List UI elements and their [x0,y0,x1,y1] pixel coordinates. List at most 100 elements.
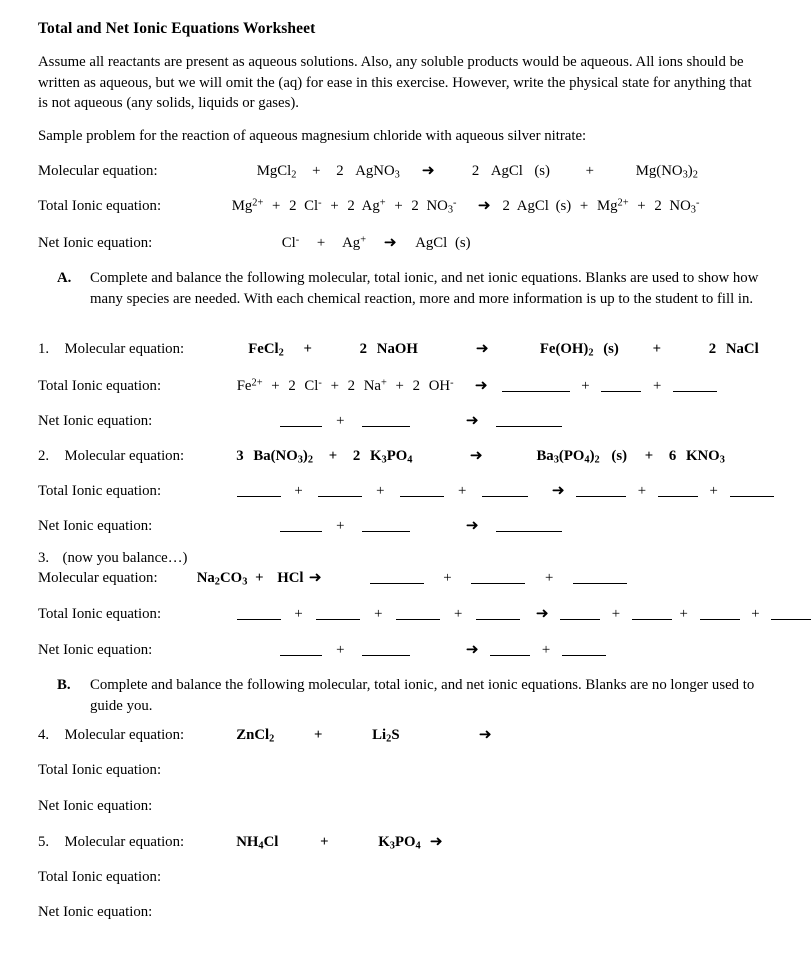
reaction-arrow-icon: ➜ [421,161,435,179]
answer-blank[interactable] [476,605,520,621]
answer-blank[interactable] [400,482,445,498]
reaction-arrow-icon: ➜ [474,376,489,394]
problem-4-number: 4. [38,727,50,743]
reaction-arrow-icon: ➜ [478,725,493,743]
problem-2-total-ionic-row: Total Ionic equation: + + + ➜ + + [38,481,798,500]
ion-fe: Fe2+ [236,377,263,394]
formula-nh4cl: NH4Cl [236,834,279,852]
answer-blank[interactable] [236,605,281,621]
problem-3-number: 3. [38,550,50,566]
answer-blank[interactable] [673,377,718,393]
answer-blank[interactable] [471,569,526,585]
section-a-letter: A. [57,270,72,286]
answer-blank[interactable] [601,377,642,393]
coefficient-3: 3 [236,448,244,464]
answer-blank[interactable] [280,641,323,657]
problem-1-net-ionic-row: Net Ionic equation: + ➜ [38,411,798,430]
answer-blank[interactable] [699,605,740,621]
reaction-arrow-icon: ➜ [551,481,565,499]
problem-5-net-ionic-label: Net Ionic equation: [38,904,153,920]
state-solid: (s) [454,235,471,251]
answer-blank[interactable] [496,517,563,533]
worksheet-page: Total and Net Ionic Equations Worksheet … [0,0,811,969]
answer-blank[interactable] [236,482,281,498]
answer-blank[interactable] [559,605,600,621]
state-solid: (s) [555,198,572,214]
formula-fecl2: FeCl2 [248,341,284,359]
answer-blank[interactable] [316,605,361,621]
plus-sign: + [303,341,312,357]
problem-5-total-ionic-label: Total Ionic equation: [38,869,162,885]
reaction-arrow-icon: ➜ [465,516,479,534]
problem-3-total-ionic-equation: + + + ➜ + + + [236,604,811,623]
answer-blank[interactable] [771,605,811,621]
sample-molecular-row: Molecular equation: MgCl2 + 2 AgNO3 ➜ 2 … [38,161,798,180]
section-b-text: Complete and balance the following molec… [90,677,755,714]
problem-4-molecular-label: Molecular equation: [64,727,185,743]
problem-3-molecular-equation: Na2CO3 + HCl ➜ + + [197,568,628,587]
answer-blank[interactable] [631,605,672,621]
problem-3-total-ionic-row: Total Ionic equation: + + + ➜ + + + [38,604,811,623]
sample-net-ionic-equation: Cl- + Ag+ ➜ AgCl (s) [281,233,471,251]
ion-cl: Cl- [281,234,300,251]
ion-oh: OH- [428,377,454,394]
state-solid: (s) [534,163,550,179]
problem-2-total-ionic-label: Total Ionic equation: [38,483,162,499]
formula-agcl: AgCl [516,198,549,214]
sample-total-ionic-equation: Mg2+ + 2 Cl- + 2 Ag+ + 2 NO3- ➜ 2 AgCl (… [231,196,700,216]
plus-sign: + [320,834,329,850]
answer-blank[interactable] [362,412,411,428]
ion-mg: Mg2+ [231,197,264,214]
reaction-arrow-icon: ➜ [383,233,397,251]
answer-blank[interactable] [575,482,626,498]
problem-5-number: 5. [38,834,50,850]
answer-blank[interactable] [729,482,774,498]
problem-4-molecular-row: 4. Molecular equation: ZnCl2 + Li2S ➜ [38,725,798,744]
sample-total-ionic-row: Total Ionic equation: Mg2+ + 2 Cl- + 2 A… [38,196,798,215]
answer-blank[interactable] [280,517,323,533]
formula-zncl2: ZnCl2 [236,727,275,745]
answer-blank[interactable] [561,641,606,657]
problem-5-molecular-equation: NH4Cl + K3PO4 ➜ [236,832,443,851]
sample-net-ionic-row: Net Ionic equation: Cl- + Ag+ ➜ AgCl (s) [38,233,798,252]
problem-4-net-ionic-label: Net Ionic equation: [38,798,153,814]
problem-1-molecular-row: 1. Molecular equation: FeCl2 + 2 NaOH ➜ … [38,339,798,358]
problem-4-net-ionic-row: Net Ionic equation: [38,798,798,815]
formula-bano3-2: Ba(NO3)2 [253,448,314,466]
answer-blank[interactable] [396,605,441,621]
reaction-arrow-icon: ➜ [465,640,479,658]
coefficient-6: 6 [668,448,677,464]
formula-naoh: NaOH [376,341,418,357]
plus-sign-2: + [644,448,654,464]
problem-1-total-ionic-equation: Fe2+ + 2 Cl- + 2 Na+ + 2 OH- ➜ + + [236,376,718,395]
section-b: B. Complete and balance the following mo… [57,675,757,716]
problem-5-molecular-label: Molecular equation: [64,834,185,850]
reaction-arrow-icon: ➜ [477,196,492,214]
problem-2-total-ionic-equation: + + + ➜ + + [236,481,774,500]
answer-blank[interactable] [490,641,531,657]
ion-na: Na+ [363,377,387,394]
plus-sign-2: + [652,341,661,357]
formula-feoh2: Fe(OH)2 [539,341,594,359]
answer-blank[interactable] [501,377,570,393]
answer-blank[interactable] [280,412,323,428]
problem-1-molecular-label: Molecular equation: [64,341,185,357]
answer-blank[interactable] [496,412,563,428]
answer-blank[interactable] [573,569,628,585]
formula-agcl: AgCl [490,163,523,179]
formula-ba3po4-2: Ba3(PO4)2 [536,448,600,466]
answer-blank[interactable] [318,482,363,498]
coefficient-2: 2 [336,163,344,179]
problem-2-molecular-label: Molecular equation: [64,448,185,464]
problem-4-molecular-equation: ZnCl2 + Li2S ➜ [236,725,492,744]
reaction-arrow-icon: ➜ [465,411,479,429]
answer-blank[interactable] [362,641,411,657]
formula-mgcl2: MgCl2 [256,163,297,181]
sample-total-ionic-label: Total Ionic equation: [38,198,162,214]
ion-ag: Ag+ [361,197,386,214]
answer-blank[interactable] [482,482,528,498]
answer-blank[interactable] [362,517,411,533]
answer-blank[interactable] [657,482,698,498]
problem-2-number: 2. [38,448,50,464]
answer-blank[interactable] [369,569,424,585]
